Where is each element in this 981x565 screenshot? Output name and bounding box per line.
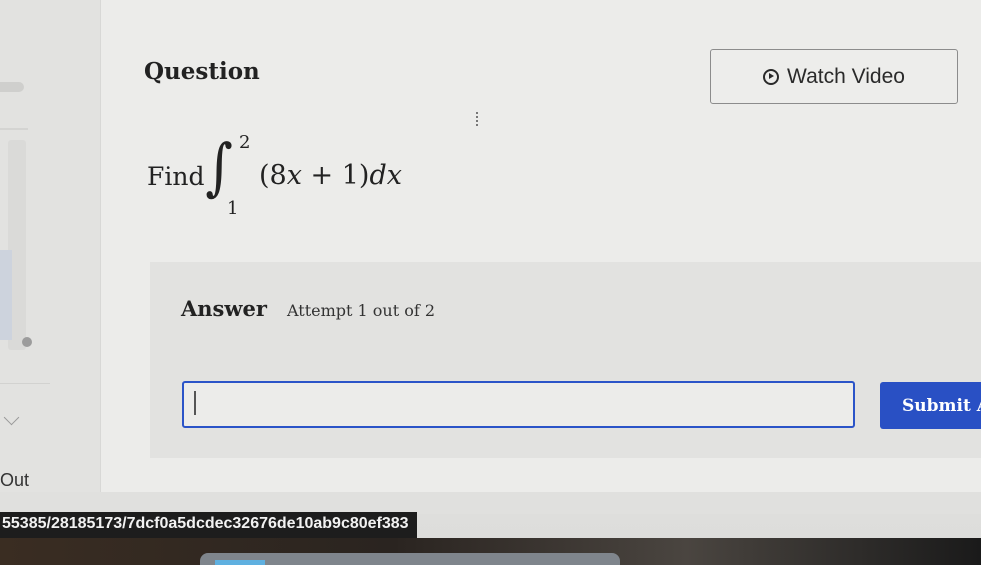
answer-input[interactable] (182, 381, 855, 428)
url-status-text: 55385/28185173/7dcf0a5dcdec32676de10ab9c… (0, 512, 417, 538)
answer-panel (150, 262, 981, 458)
screen: Out Question Watch Video Find ∫ 2 1 (8x … (0, 0, 981, 565)
out-label[interactable]: Out (0, 470, 29, 491)
integral-upper-limit: 2 (239, 132, 251, 153)
sidebar-divider (0, 128, 28, 130)
left-sidebar: Out (0, 0, 100, 510)
find-label: Find (147, 162, 205, 191)
submit-answer-button[interactable]: Submit Answer (880, 382, 981, 429)
watch-video-label: Watch Video (787, 64, 905, 88)
question-title: Question (144, 58, 260, 85)
submit-answer-label: Submit Answer (902, 395, 981, 416)
sidebar-pill[interactable] (0, 82, 24, 92)
chevron-down-icon[interactable] (3, 409, 20, 426)
answer-label: Answer (181, 296, 267, 321)
integral-sign: ∫ (205, 130, 233, 203)
sidebar-dot-indicator (22, 337, 32, 347)
integral-lower-limit: 1 (227, 198, 239, 219)
attempt-counter: Attempt 1 out of 2 (287, 301, 436, 320)
play-icon (763, 68, 780, 85)
status-strip (0, 492, 981, 514)
sidebar-scroll-thumb[interactable] (0, 250, 12, 340)
watch-video-button[interactable]: Watch Video (710, 49, 958, 104)
text-caret (194, 391, 196, 415)
desk-object-accent (215, 560, 265, 565)
stray-mark (476, 112, 481, 126)
integrand: (8x + 1)dx (259, 160, 402, 191)
sidebar-divider (0, 383, 50, 384)
